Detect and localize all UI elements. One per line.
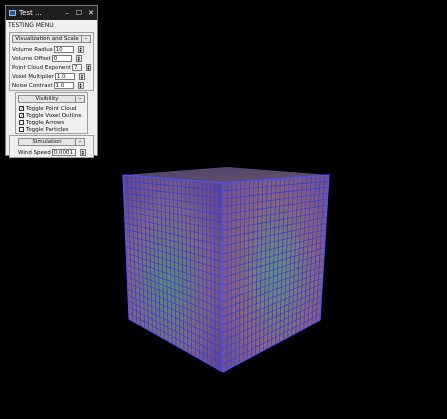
minimize-button[interactable]: – bbox=[61, 6, 73, 20]
simulation-header[interactable]: Simulation – bbox=[18, 138, 85, 146]
voxel-multiplier-label: Voxel Multiplier bbox=[12, 73, 54, 80]
toggle-voxel-outline-label: Toggle Voxel Outline bbox=[26, 112, 82, 119]
spin-down-icon[interactable]: ▼ bbox=[77, 59, 81, 62]
toggle-particles-checkbox[interactable] bbox=[19, 127, 24, 132]
visibility-group: Visibility – ✓ Toggle Point Cloud ✓ Togg… bbox=[15, 92, 88, 134]
point-cloud-exponent-input[interactable]: 7 bbox=[71, 64, 82, 71]
visualization-group: Visualization and Scale – Volume Radius … bbox=[9, 32, 94, 91]
wind-speed-spinner[interactable]: ▲ ▼ bbox=[79, 149, 86, 156]
menu-caption: TESTING MENU bbox=[8, 22, 54, 29]
spin-down-icon[interactable]: ▼ bbox=[80, 77, 84, 80]
volume-offset-input[interactable]: 0 bbox=[51, 55, 72, 62]
volume-offset-spinner[interactable]: ▲ ▼ bbox=[75, 55, 82, 62]
toggle-arrows-label: Toggle Arrows bbox=[26, 119, 65, 126]
toggle-particles-row[interactable]: Toggle Particles bbox=[16, 126, 87, 133]
noise-contrast-row: Noise Contrast 1.0 ▲ ▼ bbox=[10, 81, 93, 90]
app-icon bbox=[9, 10, 16, 16]
toggle-voxel-outline-checkbox[interactable]: ✓ bbox=[19, 113, 24, 119]
window-title: Test ... bbox=[19, 9, 42, 17]
visibility-header-label: Visibility bbox=[35, 96, 59, 102]
volume-offset-row: Volume Offset 0 ▲ ▼ bbox=[10, 54, 93, 63]
noise-contrast-spinner[interactable]: ▲ ▼ bbox=[77, 82, 84, 89]
spin-down-icon[interactable]: ▼ bbox=[79, 86, 83, 89]
spin-down-icon[interactable]: ▼ bbox=[87, 68, 90, 71]
spin-down-icon[interactable]: ▼ bbox=[79, 50, 83, 53]
wind-speed-input[interactable]: 0.0001 bbox=[51, 149, 76, 156]
left-face-grid-line bbox=[214, 182, 216, 368]
point-cloud-exponent-label: Point Cloud Exponent bbox=[12, 64, 71, 71]
toggle-voxel-outline-row[interactable]: ✓ Toggle Voxel Outline bbox=[16, 112, 87, 119]
toggle-arrows-checkbox[interactable] bbox=[19, 120, 24, 125]
volume-radius-input[interactable]: 10 bbox=[53, 46, 74, 53]
point-cloud-exponent-spinner[interactable]: ▲ ▼ bbox=[85, 64, 91, 71]
volume-offset-label: Volume Offset bbox=[12, 55, 51, 62]
voxel-cube bbox=[122, 167, 330, 373]
volume-radius-row: Volume Radius 10 ▲ ▼ bbox=[10, 45, 93, 54]
collapse-icon[interactable]: – bbox=[81, 36, 90, 42]
close-button[interactable]: ✕ bbox=[85, 6, 97, 20]
simulation-header-label: Simulation bbox=[32, 139, 62, 145]
maximize-button[interactable]: ☐ bbox=[73, 6, 85, 20]
spin-down-icon[interactable]: ▼ bbox=[81, 153, 85, 156]
noise-contrast-label: Noise Contrast bbox=[12, 82, 53, 89]
testing-menu-window[interactable]: Test ... – ☐ ✕ TESTING MENU Visualizatio… bbox=[5, 5, 98, 158]
toggle-point-cloud-checkbox[interactable]: ✓ bbox=[19, 106, 24, 112]
toggle-arrows-row[interactable]: Toggle Arrows bbox=[16, 119, 87, 126]
noise-contrast-input[interactable]: 1.0 bbox=[53, 82, 74, 89]
wind-speed-row: Wind Speed 0.0001 ▲ ▼ bbox=[10, 148, 93, 157]
wind-speed-label: Wind Speed bbox=[18, 149, 51, 156]
toggle-particles-label: Toggle Particles bbox=[26, 126, 69, 133]
voxel-multiplier-row: Voxel Multiplier 1.0 ▲ ▼ bbox=[10, 72, 93, 81]
toggle-point-cloud-label: Toggle Point Cloud bbox=[26, 105, 77, 112]
point-cloud-exponent-row: Point Cloud Exponent 7 ▲ ▼ bbox=[10, 63, 93, 72]
collapse-icon[interactable]: – bbox=[75, 139, 84, 145]
toggle-point-cloud-row[interactable]: ✓ Toggle Point Cloud bbox=[16, 105, 87, 112]
collapse-icon[interactable]: – bbox=[75, 96, 84, 102]
voxel-multiplier-input[interactable]: 1.0 bbox=[54, 73, 75, 80]
visibility-header[interactable]: Visibility – bbox=[18, 95, 85, 103]
visualization-header[interactable]: Visualization and Scale – bbox=[12, 35, 91, 43]
title-bar[interactable]: Test ... – ☐ ✕ bbox=[6, 6, 97, 20]
simulation-group: Simulation – Wind Speed 0.0001 ▲ ▼ bbox=[9, 135, 94, 158]
visualization-header-label: Visualization and Scale bbox=[15, 36, 79, 42]
volume-radius-spinner[interactable]: ▲ ▼ bbox=[77, 46, 84, 53]
volume-radius-label: Volume Radius bbox=[12, 46, 53, 53]
voxel-multiplier-spinner[interactable]: ▲ ▼ bbox=[78, 73, 85, 80]
